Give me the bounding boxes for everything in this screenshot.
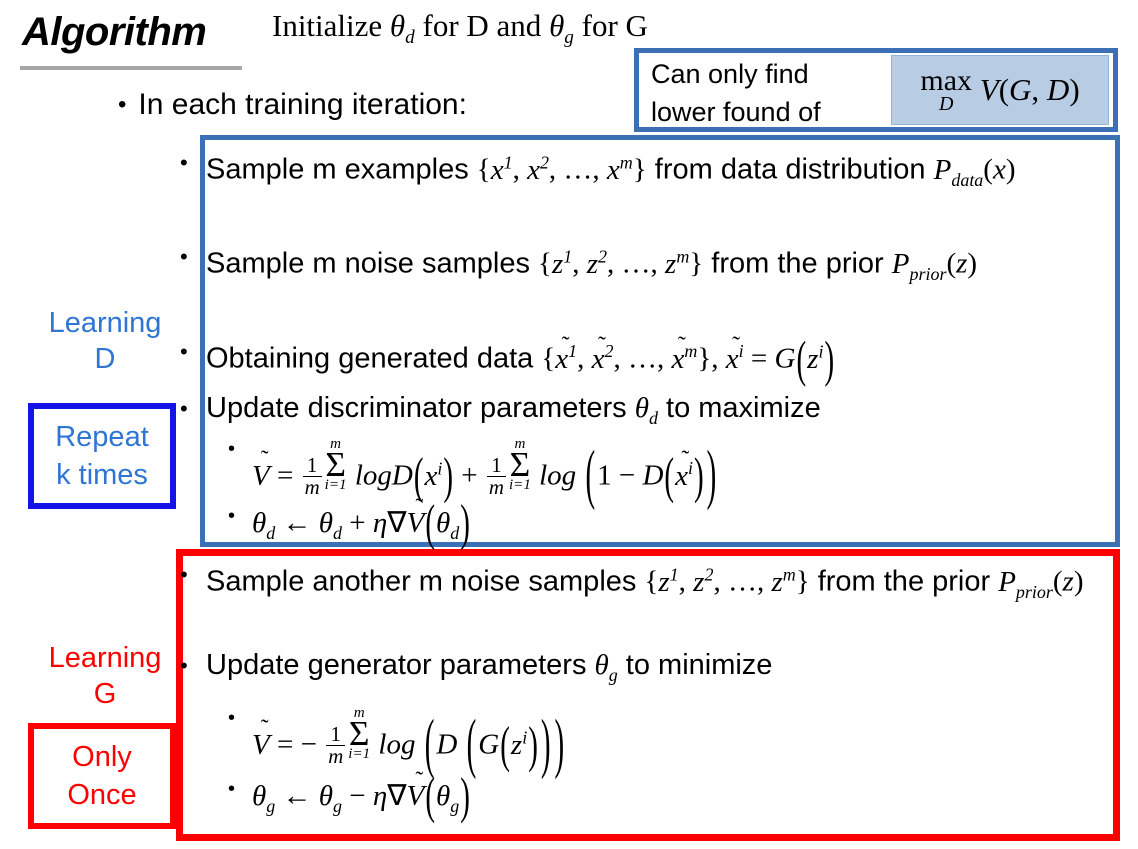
bullet-icon: • bbox=[180, 244, 188, 269]
callout-line-1: Can only find bbox=[651, 59, 809, 89]
learning-d-label: Learning D bbox=[20, 305, 190, 377]
step-update-discriminator-text: Update discriminator parameters θd to ma… bbox=[206, 392, 821, 428]
bullet-icon: • bbox=[180, 396, 188, 421]
only-once-line1: Only bbox=[72, 741, 132, 773]
max-operator: max D bbox=[920, 64, 973, 115]
step-update-generator: • Update generator parameters θg to mini… bbox=[180, 645, 1115, 695]
step-update-discriminator: • Update discriminator parameters θd to … bbox=[180, 388, 1115, 438]
step-sample-examples-text: Sample m examples {x1, x2, …, xm} from d… bbox=[206, 152, 1016, 190]
callout-line-2: lower found of bbox=[651, 97, 821, 127]
repeat-k-times-box: Repeat k times bbox=[28, 403, 176, 509]
learning-d-label-line2: D bbox=[94, 343, 116, 375]
learning-g-label-line1: Learning bbox=[48, 642, 162, 674]
step-sample-examples: • Sample m examples {x1, x2, …, xm} from… bbox=[180, 142, 1115, 199]
title-underline-rule bbox=[20, 66, 242, 70]
bullet-icon: • bbox=[228, 438, 236, 460]
formula-v-tilde-generator-text: Ṽ = − 1mmΣi=1 log (D (G(zi))) bbox=[252, 705, 565, 782]
formula-theta-g-update-text: θg ← θg − η∇Ṽ(θg) bbox=[252, 769, 470, 826]
formula-v-tilde-generator: • Ṽ = − 1mmΣi=1 log (D (G(zi))) bbox=[228, 705, 1108, 782]
formula-theta-g-update: • θg ← θg − η∇Ṽ(θg) bbox=[228, 769, 1108, 826]
repeat-line1: Repeat bbox=[55, 421, 149, 453]
callout-box: Can only find lower found of max D V(G, D… bbox=[634, 48, 1118, 132]
iteration-line: • In each training iteration: bbox=[118, 88, 467, 122]
callout-formula-highlight: max D V(G, D) bbox=[891, 55, 1109, 125]
iteration-line-label: In each training iteration: bbox=[138, 88, 467, 121]
bullet-icon: • bbox=[228, 707, 236, 729]
formula-theta-d-update: • θd ← θd + η∇Ṽ(θd) bbox=[228, 496, 1108, 553]
step-obtain-generated: • Obtaining generated data {x̃1, x̃2, …,… bbox=[180, 331, 1115, 389]
initialize-line: Initialize θd for D and θg for G bbox=[272, 8, 648, 49]
formula-v-tilde-discriminator-text: Ṽ = 1mmΣi=1 logD(xi) + 1mmΣi=1 log (1 −… bbox=[252, 436, 717, 513]
bullet-icon: • bbox=[228, 505, 236, 527]
bullet-icon: • bbox=[180, 653, 188, 678]
learning-d-label-line1: Learning bbox=[48, 307, 162, 339]
only-once-box: Only Once bbox=[28, 723, 176, 829]
bullet-icon: • bbox=[118, 91, 127, 118]
bullet-icon: • bbox=[180, 150, 188, 175]
step-sample-another-noise-text: Sample another m noise samples {z1, z2, … bbox=[206, 564, 1084, 602]
learning-g-label: Learning G bbox=[20, 640, 190, 712]
bullet-icon: • bbox=[180, 562, 188, 587]
learning-g-label-line2: G bbox=[93, 678, 117, 710]
callout-text: Can only find lower found of bbox=[651, 55, 891, 131]
step-obtain-generated-text: Obtaining generated data {x̃1, x̃2, …, x… bbox=[206, 332, 835, 389]
formula-theta-d-update-text: θd ← θd + η∇Ṽ(θd) bbox=[252, 496, 470, 553]
repeat-line2: k times bbox=[56, 459, 148, 491]
step-sample-noise: • Sample m noise samples {z1, z2, …, zm}… bbox=[180, 236, 1115, 293]
step-sample-another-noise: • Sample another m noise samples {z1, z2… bbox=[180, 554, 1115, 611]
only-once-line2: Once bbox=[67, 779, 137, 811]
page-title: Algorithm bbox=[22, 10, 207, 54]
step-sample-noise-text: Sample m noise samples {z1, z2, …, zm} f… bbox=[206, 246, 978, 284]
bullet-icon: • bbox=[180, 339, 188, 364]
bullet-icon: • bbox=[228, 778, 236, 800]
formula-v-tilde-discriminator: • Ṽ = 1mmΣi=1 logD(xi) + 1mmΣi=1 log (1… bbox=[228, 436, 1108, 513]
step-update-generator-text: Update generator parameters θg to minimi… bbox=[206, 649, 773, 685]
